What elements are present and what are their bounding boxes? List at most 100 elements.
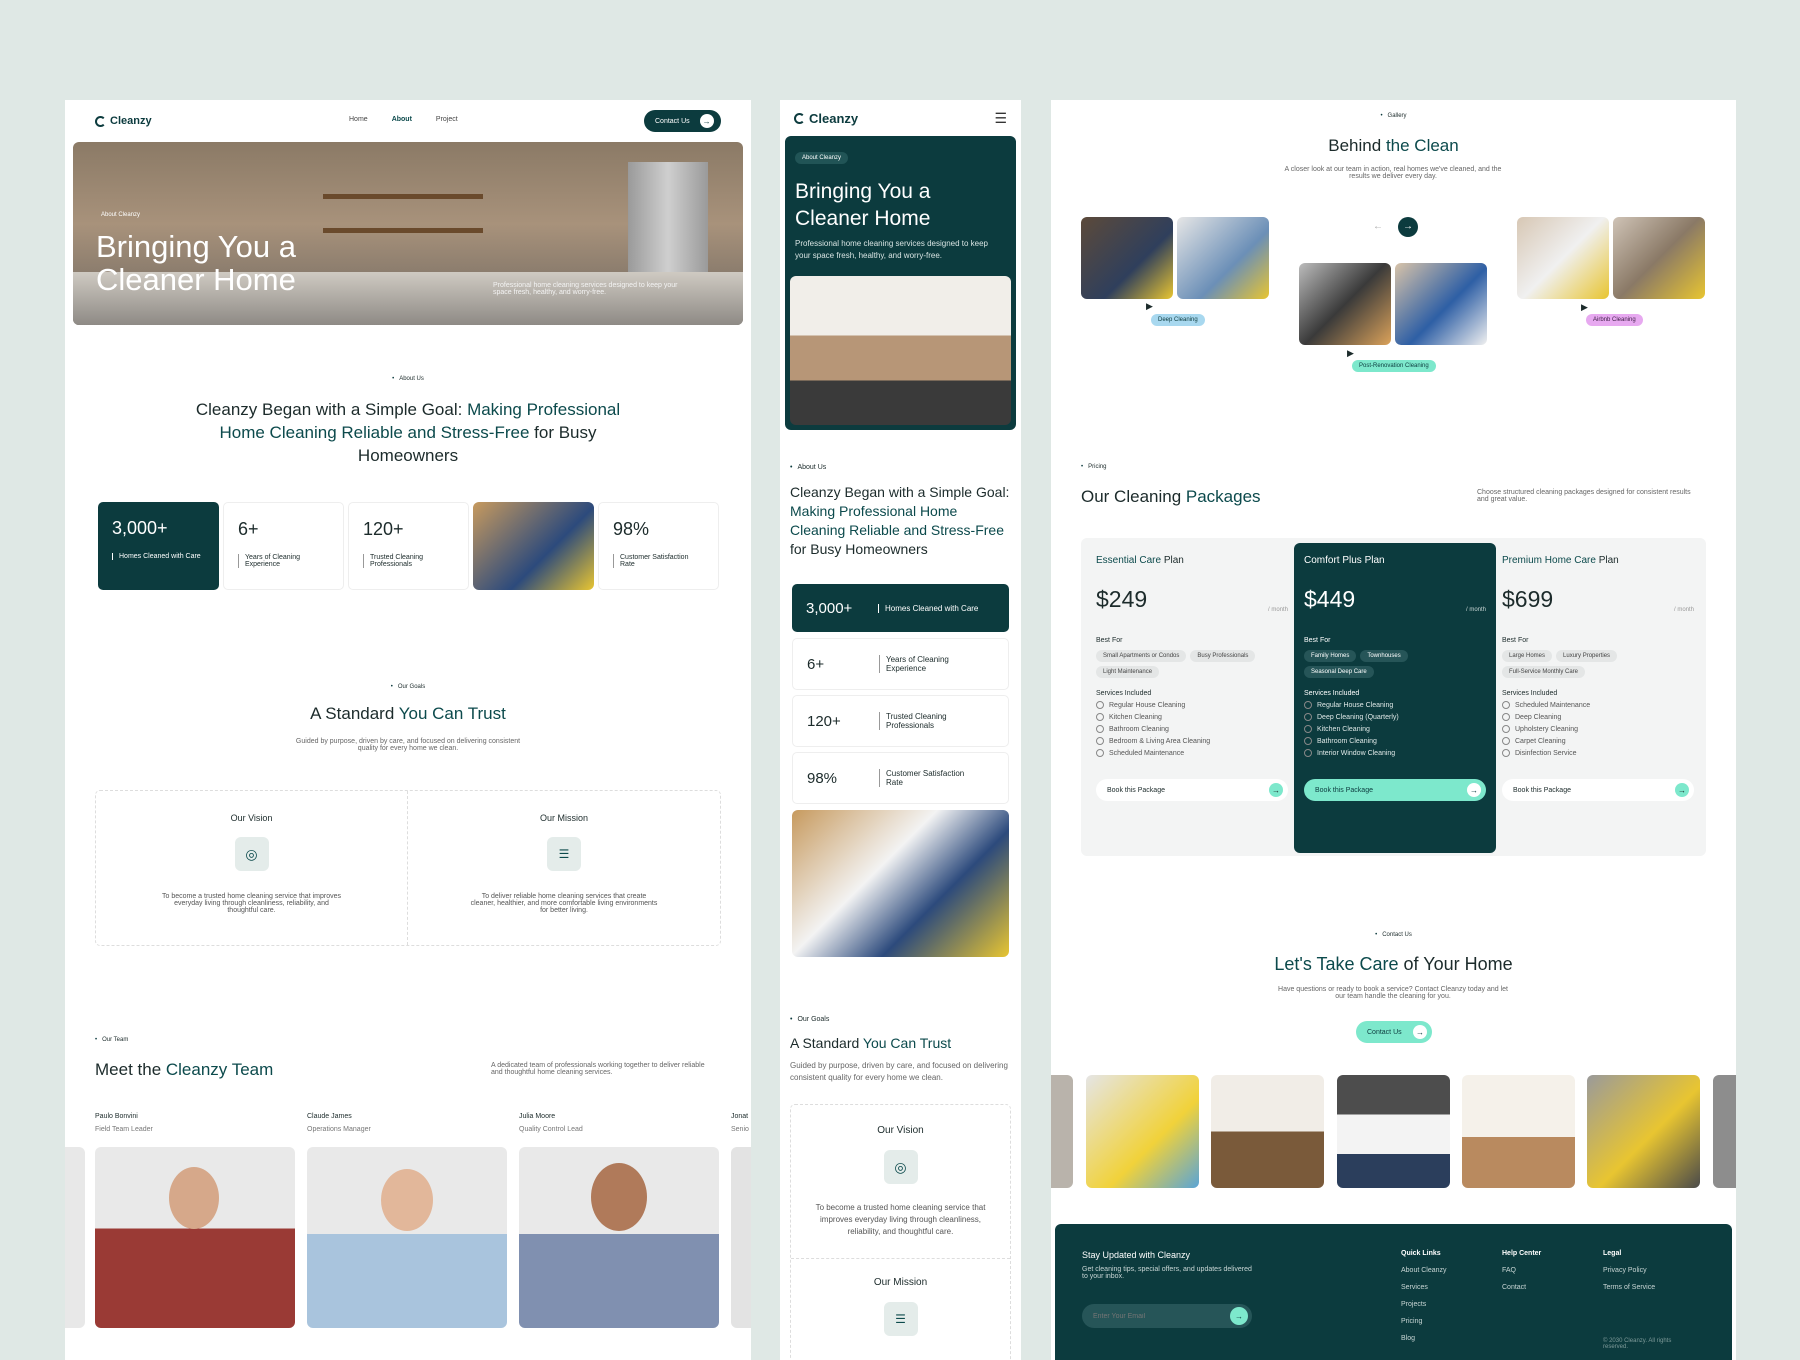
stat-card: 98% Customer Satisfaction Rate <box>792 752 1009 804</box>
footer: Stay Updated with Cleanzy Get cleaning t… <box>1055 1224 1732 1360</box>
showcase-photo <box>1051 1075 1073 1188</box>
contact-button[interactable]: Contact Us → <box>1356 1021 1432 1043</box>
vision-text: To become a trusted home cleaning servic… <box>815 1203 986 1236</box>
contact-heading-b: of Your Home <box>1403 954 1513 974</box>
arrow-right-icon: → <box>1413 1025 1427 1039</box>
gallery-photo[interactable] <box>1081 217 1173 299</box>
service-item: Upholstery Cleaning <box>1502 725 1694 733</box>
cursor-icon: ▶ <box>1146 301 1153 311</box>
team-cleaning-photo <box>792 810 1009 957</box>
contact-heading: Let's Take Care of Your Home <box>1051 954 1736 975</box>
team-member-role: Field Team Leader <box>95 1126 153 1133</box>
gallery-photo[interactable] <box>1177 217 1269 299</box>
hero-tag: About Cleanzy <box>101 212 141 218</box>
nav-about[interactable]: About <box>392 116 412 123</box>
plan-period: / month <box>1673 607 1694 613</box>
nav-home[interactable]: Home <box>349 116 368 123</box>
plan-tag: Light Maintenance <box>1096 666 1160 678</box>
stat-label: Customer Satisfaction Rate <box>613 554 693 568</box>
book-package-button[interactable]: Book this Package → <box>1304 779 1486 801</box>
desktop-navbar: Cleanzy Home About Project Contact Us → <box>65 100 751 142</box>
best-for-label: Best For <box>1502 637 1529 644</box>
gallery-photo[interactable] <box>1613 217 1705 299</box>
team-member-photo[interactable] <box>307 1147 507 1328</box>
footer-link[interactable]: Blog <box>1401 1335 1447 1342</box>
hero-tag: About Cleanzy <box>795 152 849 164</box>
team-member-role: Quality Control Lead <box>519 1126 583 1133</box>
team-member-photo[interactable] <box>519 1147 719 1328</box>
plan-name-a: Essential Care <box>1096 555 1164 566</box>
plan-tag: Townhouses <box>1360 650 1408 662</box>
email-input[interactable] <box>1093 1312 1213 1320</box>
checklist-icon: ☰ <box>547 837 581 871</box>
plan-name-b: Plan <box>1364 555 1385 566</box>
book-package-button[interactable]: Book this Package → <box>1502 779 1694 801</box>
footer-email-field[interactable]: → <box>1082 1304 1252 1328</box>
stat-card: 120+ Trusted Cleaning Professionals <box>348 502 469 590</box>
team-member-name: Julia Moore <box>519 1113 556 1120</box>
footer-link[interactable]: Privacy Policy <box>1603 1267 1655 1274</box>
footer-link[interactable]: Contact <box>1502 1284 1541 1291</box>
services-included-label: Services Included <box>1304 690 1360 697</box>
brand-name: Cleanzy <box>110 115 152 127</box>
footer-link[interactable]: Projects <box>1401 1301 1447 1308</box>
footer-link[interactable]: FAQ <box>1502 1267 1541 1274</box>
mobile-navbar: Cleanzy ☰ <box>780 100 1021 136</box>
team-heading: Meet the Cleanzy Team <box>95 1060 273 1080</box>
footer-col-title: Help Center <box>1502 1250 1542 1257</box>
footer-link[interactable]: Terms of Service <box>1603 1284 1655 1291</box>
nav-contact-button[interactable]: Contact Us → <box>644 110 721 132</box>
mission-title: Our Mission <box>873 1277 928 1288</box>
brand-logo[interactable]: Cleanzy <box>794 111 858 126</box>
plan-tag: Small Apartments or Condos <box>1096 650 1187 662</box>
footer-help-center: Help Center FAQ Contact <box>1502 1250 1541 1291</box>
team-member-photo[interactable] <box>95 1147 295 1328</box>
gallery-photo[interactable] <box>1517 217 1609 299</box>
plan-tag: Family Homes <box>1304 650 1357 662</box>
brand-logo[interactable]: Cleanzy <box>95 115 152 127</box>
service-item: Regular House Cleaning <box>1096 701 1288 709</box>
arrow-right-icon[interactable]: → <box>1230 1307 1248 1325</box>
gallery-photo[interactable] <box>1299 263 1391 345</box>
team-member-role: Senio <box>731 1126 749 1133</box>
book-package-label: Book this Package <box>1107 786 1165 794</box>
footer-link[interactable]: About Cleanzy <box>1401 1267 1447 1274</box>
team-member-photo[interactable] <box>731 1147 751 1328</box>
service-item: Kitchen Cleaning <box>1304 725 1486 733</box>
plan-tag: Busy Professionals <box>1190 650 1256 662</box>
footer-link[interactable]: Services <box>1401 1284 1447 1291</box>
book-package-button[interactable]: Book this Package → <box>1096 779 1288 801</box>
plan-tag: Large Homes <box>1502 650 1553 662</box>
hero-title: Bringing You a Cleaner Home <box>96 229 296 297</box>
service-item: Deep Cleaning (Quarterly) <box>1304 713 1486 721</box>
vision-title: Our Vision <box>230 813 273 823</box>
footer-link[interactable]: Pricing <box>1401 1318 1447 1325</box>
stat-label: Homes Cleaned with Care <box>112 553 202 560</box>
about-tag: About Us <box>65 376 751 382</box>
gallery-photo[interactable] <box>1395 263 1487 345</box>
goals-tag: Our Goals <box>790 1016 829 1023</box>
gallery-prev-button[interactable]: ← <box>1368 217 1388 237</box>
logo-icon <box>95 115 106 127</box>
gallery-next-button[interactable]: → <box>1398 217 1418 237</box>
best-for-label: Best For <box>1096 637 1123 644</box>
plan-card-premium: Premium Home Care Plan $699 / month Best… <box>1502 555 1694 840</box>
service-item: Bathroom Cleaning <box>1304 737 1486 745</box>
nav-project[interactable]: Project <box>436 116 458 123</box>
about-heading-c: for Busy Homeowners <box>790 541 928 557</box>
service-item: Regular House Cleaning <box>1304 701 1486 709</box>
plan-name-b: Plan <box>1163 555 1184 566</box>
vision-mission-box: Our Vision ◎ To become a trusted home cl… <box>95 790 721 946</box>
stat-value: 98% <box>613 519 650 539</box>
arrow-right-icon: → <box>1269 783 1283 797</box>
hamburger-menu-icon[interactable]: ☰ <box>994 110 1007 127</box>
gallery-pricing-page: Gallery Behind the Clean A closer look a… <box>1051 100 1736 1360</box>
stat-label: Trusted Cleaning Professionals <box>879 712 979 730</box>
stat-value: 98% <box>807 769 838 787</box>
plan-period: / month <box>1267 607 1288 613</box>
team-member-photo[interactable] <box>65 1147 85 1328</box>
footer-legal: Legal Privacy Policy Terms of Service <box>1603 1250 1655 1291</box>
hero-description: Professional home cleaning services desi… <box>493 282 678 296</box>
checklist-icon: ☰ <box>883 1302 918 1336</box>
team-member-role: Operations Manager <box>307 1126 371 1133</box>
